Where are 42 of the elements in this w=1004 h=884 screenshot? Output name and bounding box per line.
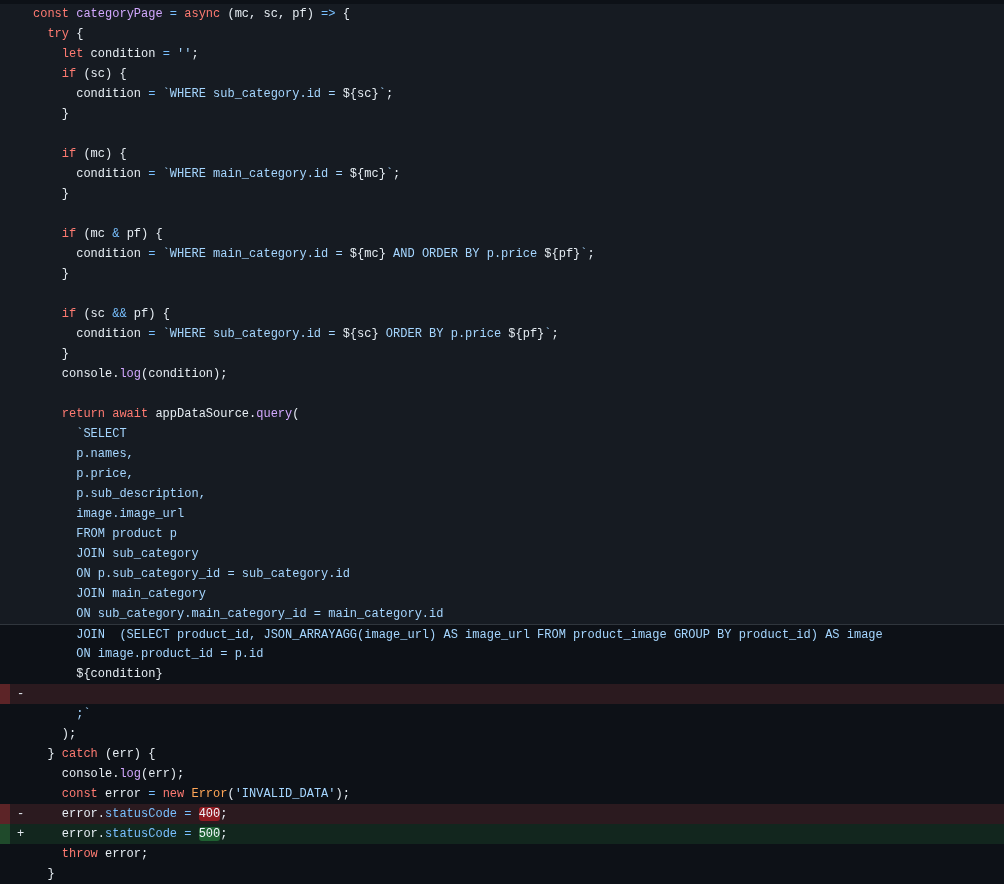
- code-line: FROM product p: [75, 526, 178, 542]
- code-line: p.sub_description,: [75, 486, 206, 502]
- code-line: image.image_url: [75, 506, 185, 522]
- code-line: condition = `WHERE main_category.id = ${mc}`;: [75, 166, 401, 182]
- code-line: const categoryPage = async (mc, sc, pf) => {: [33, 6, 350, 22]
- diff-marker: -: [17, 808, 25, 820]
- code-line: `SELECT: [75, 426, 127, 442]
- code-line: }: [60, 266, 69, 282]
- code-line: }: [60, 346, 69, 362]
- diff-marker: +: [17, 828, 25, 840]
- code-line: if (sc) {: [60, 66, 127, 82]
- code-line: );: [60, 726, 77, 742]
- code-line: error.statusCode = 400;: [60, 806, 228, 822]
- code-line: JOIN (SELECT product_id, JSON_ARRAYAGG(image_url) AS image_url FROM product_image GROUP BY product_id) AS image: [75, 626, 883, 643]
- code-line: error.statusCode = 500;: [60, 826, 228, 842]
- code-line: ON p.sub_category_id = sub_category.id: [75, 566, 350, 582]
- code-line: condition = `WHERE sub_category.id = ${sc}`;: [75, 86, 394, 102]
- code-line: condition = `WHERE main_category.id = ${mc} AND ORDER BY p.price ${pf}`;: [75, 246, 595, 262]
- code-line: p.names,: [75, 446, 134, 462]
- code-line: ON image.product_id = p.id: [75, 646, 264, 662]
- code-line: } catch (err) {: [46, 746, 156, 762]
- code-line: return await appDataSource.query(: [60, 406, 300, 422]
- code-line: }: [60, 186, 69, 202]
- code-line: p.price,: [75, 466, 134, 482]
- code-line: if (sc && pf) {: [60, 306, 170, 322]
- code-line: ON sub_category.main_category_id = main_category.id: [75, 606, 444, 622]
- code-line: }: [60, 106, 69, 122]
- code-line: console.log(condition);: [60, 366, 228, 382]
- code-line: throw error;: [60, 846, 149, 862]
- code-line: JOIN main_category: [75, 586, 206, 602]
- code-line: let condition = '';: [60, 46, 199, 62]
- code-line: try {: [46, 26, 84, 42]
- code-line: const error = new Error('INVALID_DATA');: [60, 786, 350, 802]
- code-line: ${condition}: [75, 666, 163, 682]
- code-line: JOIN sub_category: [75, 546, 199, 562]
- code-line: condition = `WHERE sub_category.id = ${sc} ORDER BY p.price ${pf}`;: [75, 326, 559, 342]
- diff-marker: -: [17, 688, 25, 700]
- code-line: if (mc) {: [60, 146, 127, 162]
- code-line: if (mc & pf) {: [60, 226, 163, 242]
- code-line: }: [46, 866, 55, 882]
- code-line: console.log(err);: [60, 766, 185, 782]
- code-line: ;`: [75, 706, 91, 722]
